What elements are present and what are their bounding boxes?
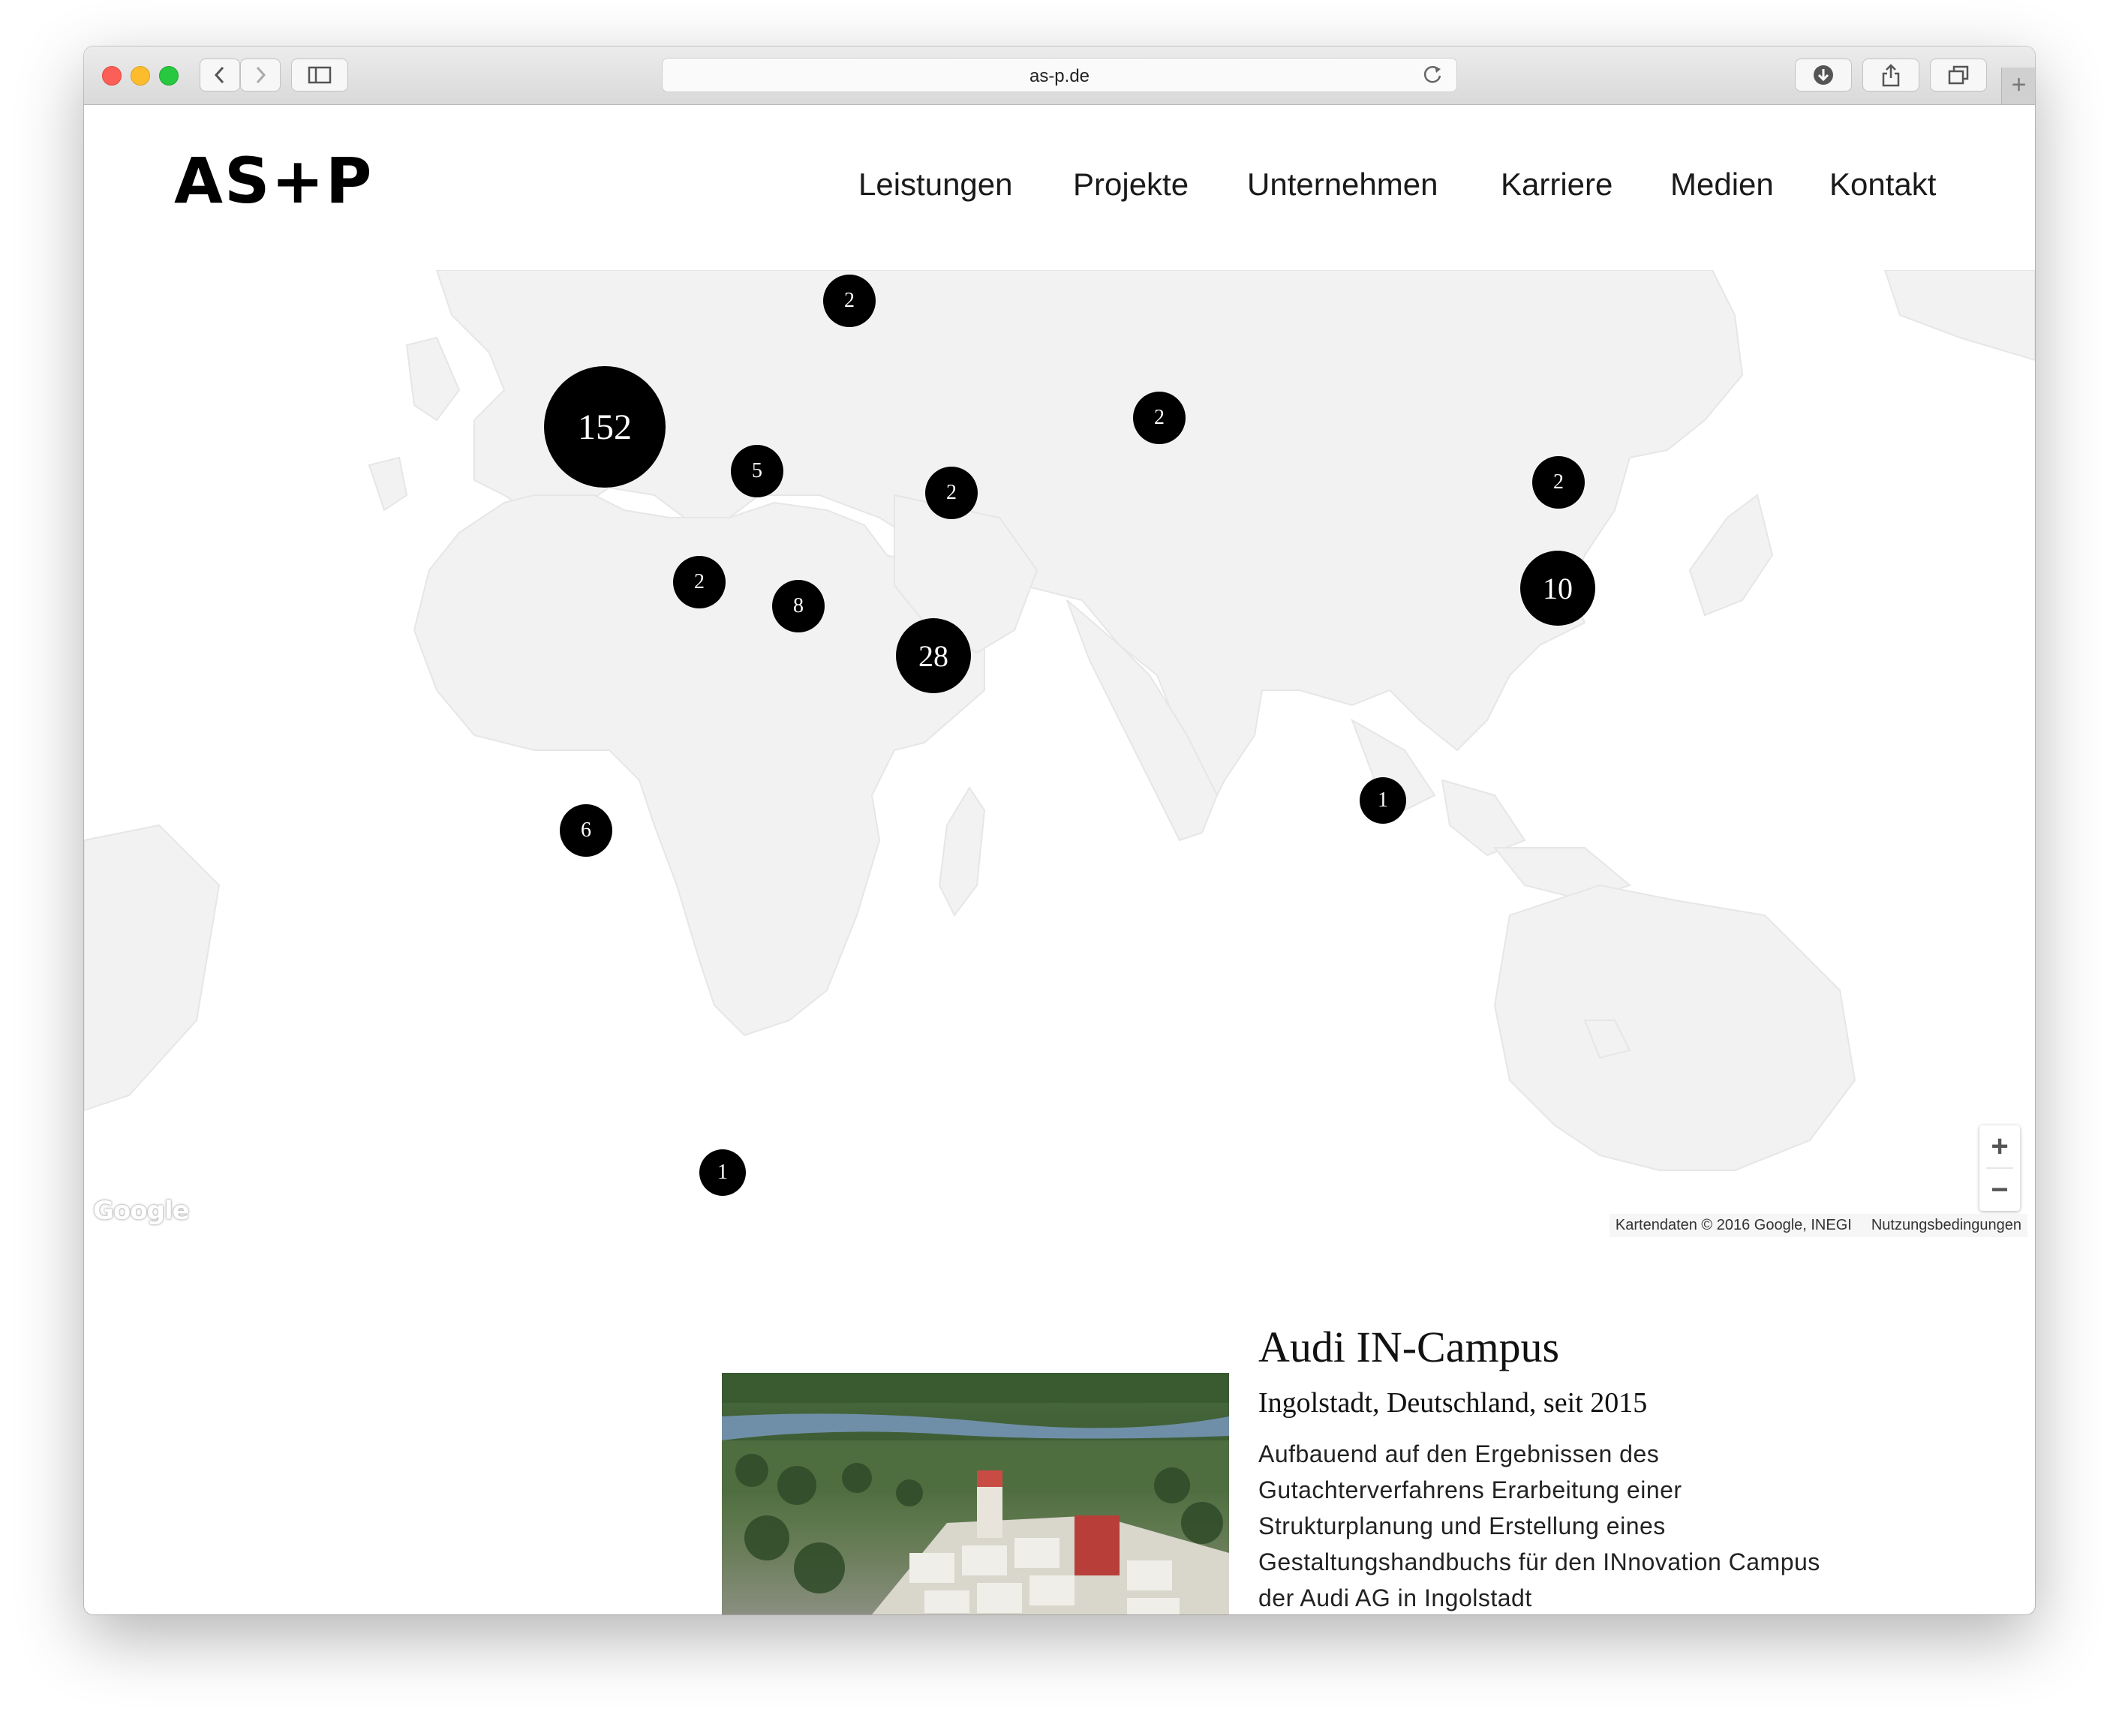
zoom-in-button[interactable]: +	[1979, 1125, 2020, 1167]
map-marker[interactable]: 1	[699, 1149, 746, 1196]
campus-rendering	[722, 1373, 1229, 1614]
project-title[interactable]: Audi IN-Campus	[1258, 1322, 1559, 1372]
map-marker[interactable]: 2	[673, 556, 726, 608]
google-logo: Google	[93, 1196, 190, 1226]
map-marker[interactable]: 2	[1133, 392, 1186, 444]
close-window-button[interactable]	[102, 66, 122, 86]
download-icon	[1814, 65, 1833, 85]
back-icon	[214, 66, 224, 84]
map-marker[interactable]: 2	[823, 275, 876, 327]
asp-logo[interactable]: AS+P	[174, 144, 373, 218]
map-attribution: Kartendaten © 2016 Google, INEGI Nutzungs…	[1609, 1214, 2027, 1237]
forward-icon	[256, 66, 266, 84]
project-subtitle: Ingolstadt, Deutschland, seit 2015	[1258, 1387, 1648, 1419]
forward-button[interactable]	[240, 59, 281, 92]
map-marker[interactable]: 6	[560, 804, 612, 857]
sidebar-button[interactable]	[291, 59, 348, 92]
new-tab-button[interactable]: +	[2001, 68, 2035, 104]
share-button[interactable]	[1862, 59, 1919, 92]
reload-icon[interactable]	[1422, 63, 1443, 91]
map-marker[interactable]: 1	[1360, 777, 1406, 824]
map-land	[84, 270, 2035, 1171]
map-marker[interactable]: 10	[1520, 551, 1595, 626]
downloads-button[interactable]	[1795, 59, 1852, 92]
project-image[interactable]	[722, 1373, 1229, 1614]
share-icon	[1882, 64, 1900, 87]
minimize-window-button[interactable]	[131, 66, 150, 86]
nav-unternehmen[interactable]: Unternehmen	[1247, 167, 1438, 203]
back-button[interactable]	[200, 59, 240, 92]
map-marker[interactable]: 2	[925, 467, 978, 519]
terms-link[interactable]: Nutzungsbedingungen	[1871, 1217, 2021, 1233]
nav-kontakt[interactable]: Kontakt	[1829, 167, 1936, 203]
url-text: as-p.de	[1029, 66, 1090, 86]
map-marker[interactable]: 8	[772, 580, 825, 632]
map-marker[interactable]: 5	[731, 445, 783, 497]
map-zoom-control: + −	[1979, 1125, 2020, 1211]
nav-karriere[interactable]: Karriere	[1501, 167, 1613, 203]
map-data-credit: Kartendaten © 2016 Google, INEGI	[1615, 1217, 1852, 1233]
maximize-window-button[interactable]	[159, 66, 179, 86]
nav-leistungen[interactable]: Leistungen	[858, 167, 1013, 203]
map-marker[interactable]: 2	[1532, 456, 1585, 509]
world-map[interactable]: 2 152 2 2 5 2 2 10 8 28 1 6 1	[84, 270, 2035, 1233]
browser-toolbar: as-p.de +	[84, 47, 2035, 105]
tabs-overview-button[interactable]	[1930, 59, 1987, 92]
nav-medien[interactable]: Medien	[1670, 167, 1774, 203]
zoom-out-button[interactable]: −	[1979, 1169, 2020, 1211]
address-bar[interactable]: as-p.de	[662, 58, 1457, 92]
browser-window: as-p.de + AS+P Leistungen Projekte Unter…	[84, 47, 2035, 1614]
sidebar-icon	[308, 66, 332, 84]
project-description: Aufbauend auf den Ergebnissen des Gutach…	[1258, 1440, 1820, 1611]
tabs-icon	[1948, 65, 1969, 85]
map-marker[interactable]: 28	[896, 618, 971, 693]
map-marker[interactable]: 152	[544, 366, 666, 488]
nav-projekte[interactable]: Projekte	[1073, 167, 1189, 203]
